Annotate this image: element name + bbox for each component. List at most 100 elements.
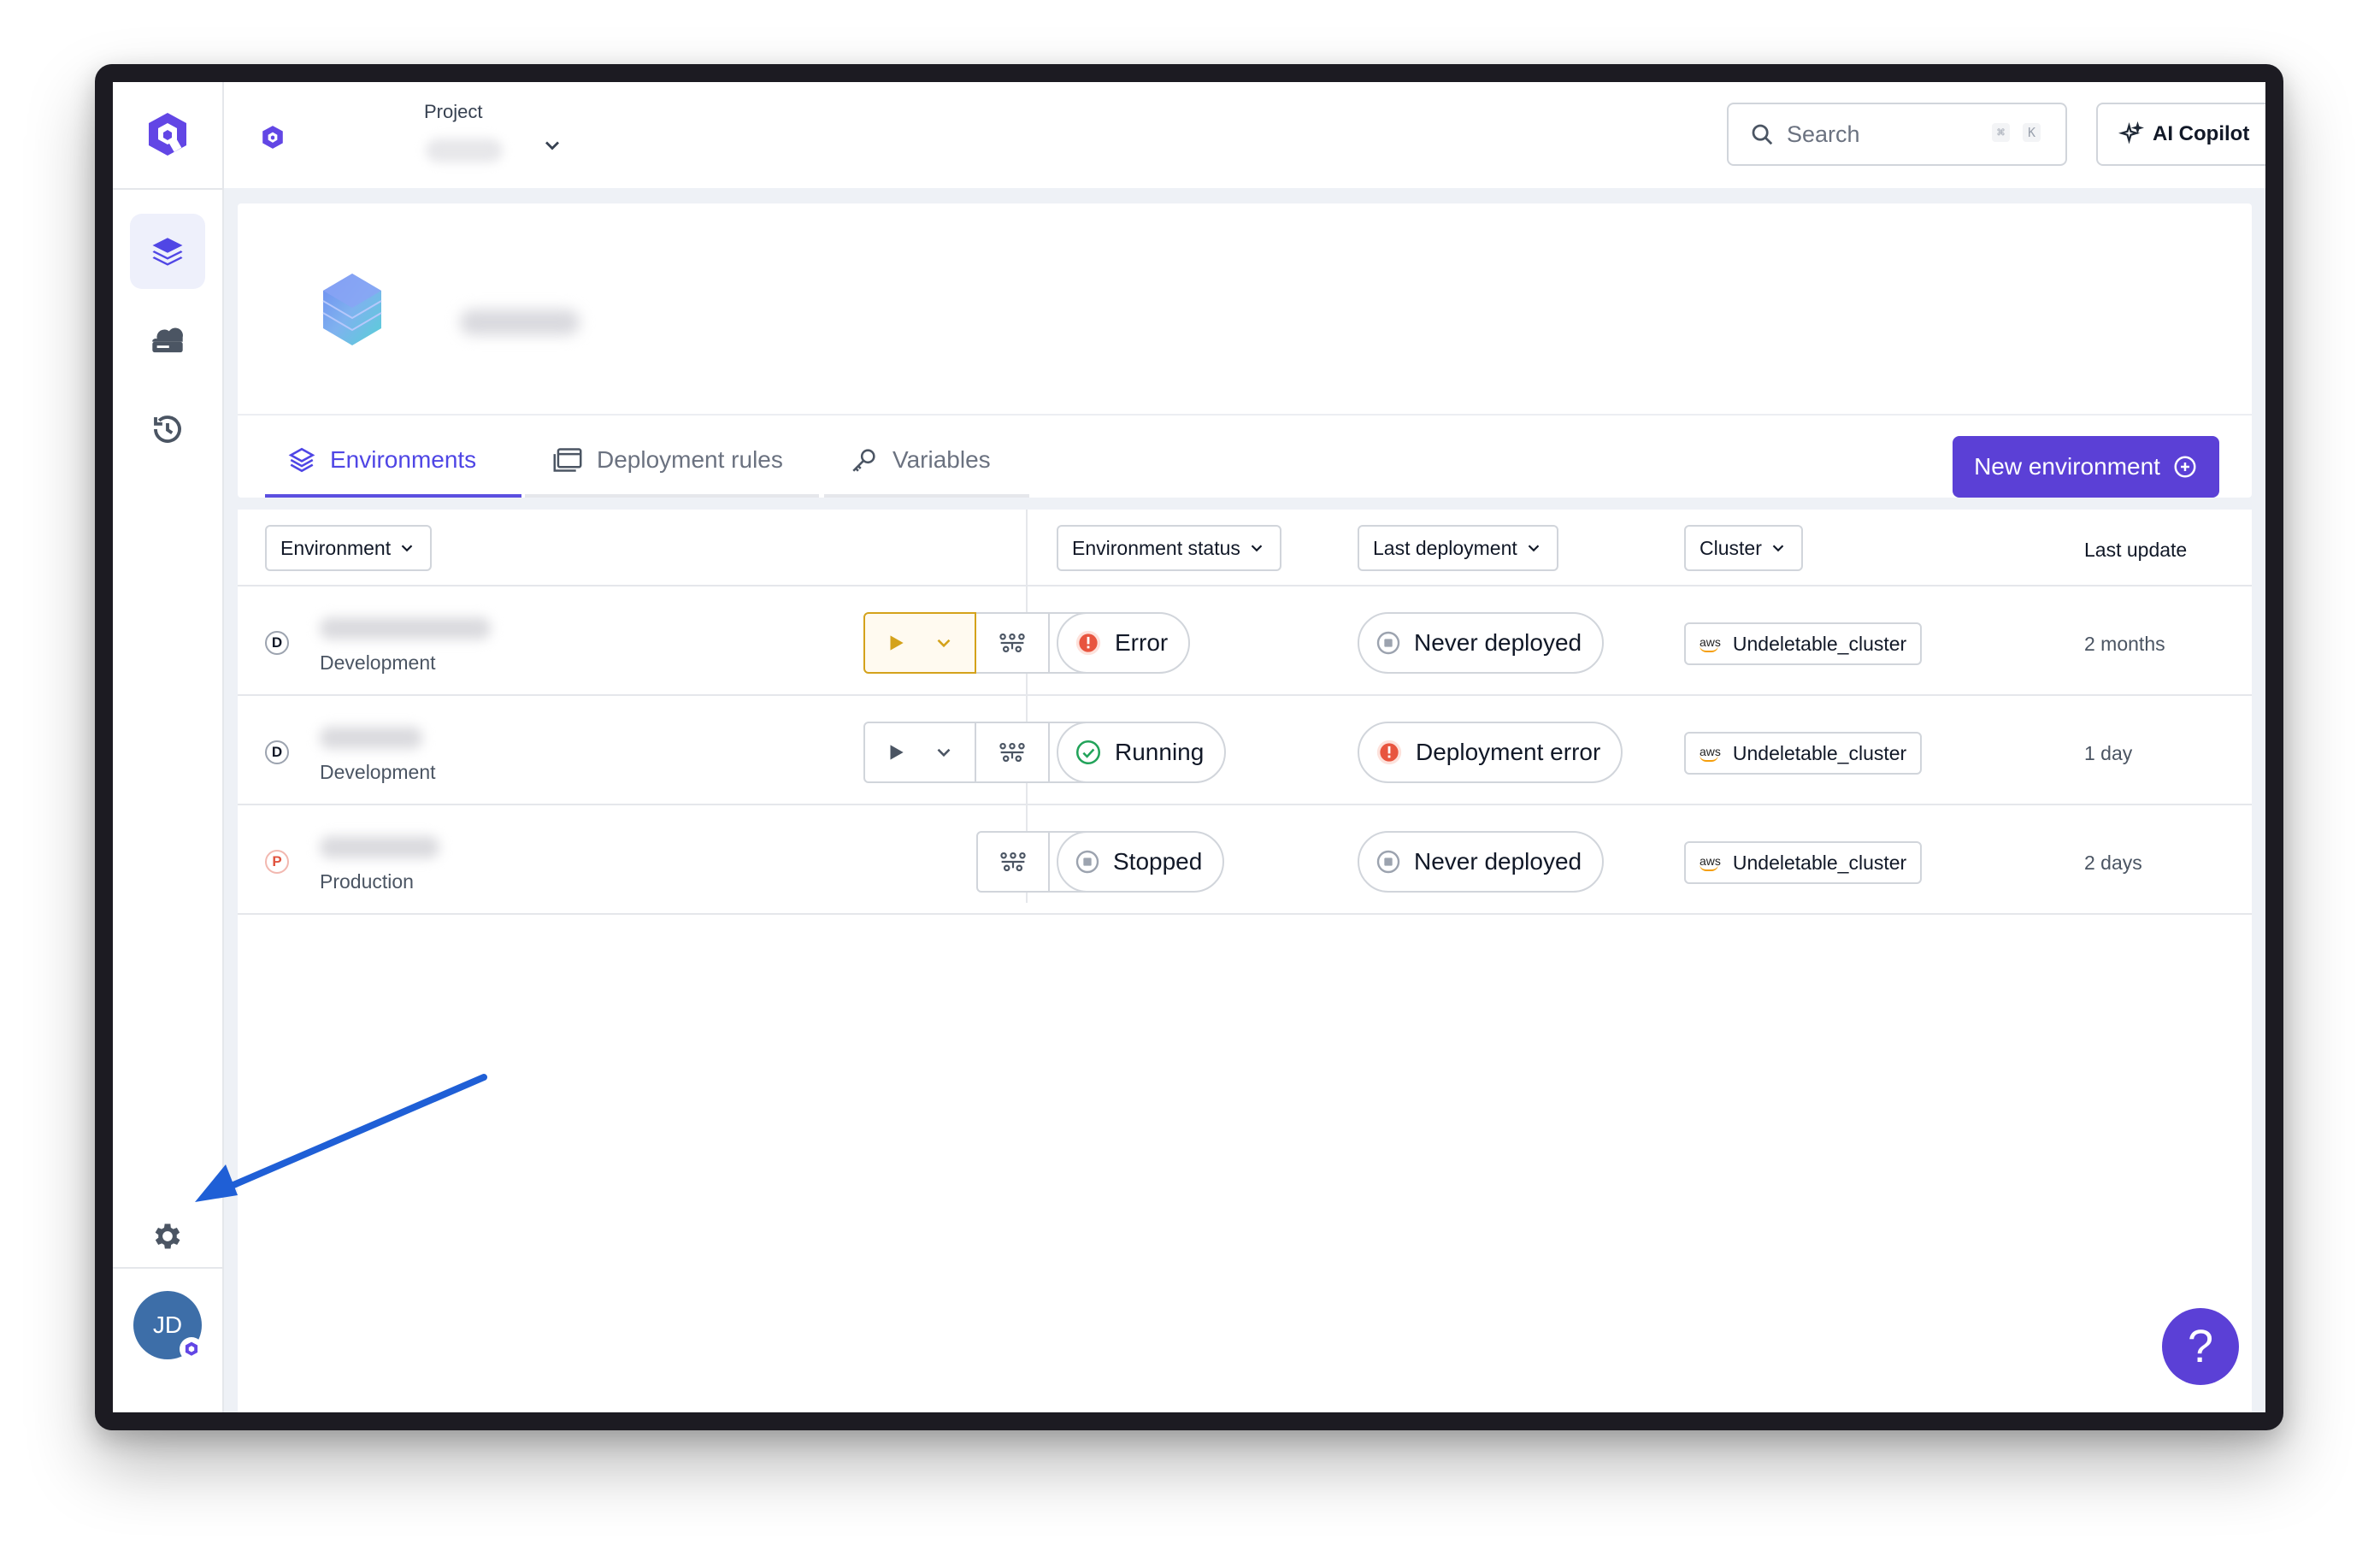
pipeline-icon (1000, 852, 1026, 872)
play-icon (890, 745, 904, 760)
search-placeholder: Search (1787, 121, 1860, 147)
key-icon (852, 449, 875, 472)
check-circle-icon (1075, 740, 1101, 765)
status-badge[interactable]: Stopped (1057, 831, 1225, 893)
status-label: Error (1115, 629, 1169, 656)
header-divider (238, 414, 2252, 416)
cluster-name: Undeletable_cluster (1732, 632, 1907, 655)
project-name-redacted[interactable] (426, 139, 503, 162)
chevron-down-icon (1772, 545, 1784, 552)
aws-icon: aws (1700, 855, 1721, 871)
layers-icon (152, 238, 183, 266)
sidebar-item-history[interactable] (130, 392, 205, 467)
cluster-badge[interactable]: aws Undeletable_cluster (1684, 841, 1923, 884)
last-update-value: 2 days (2084, 852, 2142, 874)
env-mode-badge: D (265, 740, 289, 764)
stop-circle-icon (1376, 850, 1400, 874)
column-header-label: Environment status (1072, 536, 1240, 559)
filter-environment-status[interactable]: Environment status (1057, 525, 1281, 571)
env-type: Production (320, 870, 414, 893)
deploy-button[interactable] (863, 612, 976, 674)
help-button[interactable]: ? (2162, 1308, 2239, 1385)
last-deployment-label: Never deployed (1414, 629, 1582, 656)
row-divider (238, 585, 2252, 586)
pipeline-icon (999, 633, 1025, 653)
cloud-server-icon (152, 327, 183, 353)
last-deployment-badge[interactable]: Deployment error (1358, 722, 1623, 783)
status-label: Stopped (1113, 848, 1203, 875)
tab-deployment-rules[interactable]: Deployment rules (552, 433, 783, 487)
column-header-label: Last deployment (1373, 536, 1517, 559)
stop-circle-icon (1075, 850, 1099, 874)
cluster-name: Undeletable_cluster (1732, 851, 1907, 874)
tab-label: Variables (892, 446, 991, 473)
app-window: JD Project Search ⌘ K AI Copilot Environ… (113, 82, 2265, 1412)
cluster-badge[interactable]: aws Undeletable_cluster (1684, 622, 1923, 665)
status-badge[interactable]: Error (1057, 612, 1191, 674)
env-mode-badge: D (265, 631, 289, 655)
ai-copilot-button[interactable]: AI Copilot ⌘ i (2096, 103, 2265, 166)
env-name-redacted[interactable] (320, 617, 491, 639)
filter-cluster[interactable]: Cluster (1684, 525, 1803, 571)
search-input[interactable]: Search ⌘ K (1727, 103, 2067, 166)
last-update-value: 2 months (2084, 633, 2165, 655)
last-deployment-badge[interactable]: Never deployed (1358, 831, 1605, 893)
env-name-redacted[interactable] (320, 836, 439, 858)
cluster-name: Undeletable_cluster (1732, 741, 1907, 764)
tab-label: Environments (330, 446, 477, 473)
aws-icon: aws (1700, 636, 1721, 652)
filter-last-deployment[interactable]: Last deployment (1358, 525, 1558, 571)
sparkles-icon (2118, 121, 2144, 144)
error-icon (1376, 740, 1402, 765)
chevron-down-icon[interactable] (540, 133, 564, 157)
sidebar-item-settings[interactable] (130, 1199, 205, 1274)
pipeline-button[interactable] (976, 612, 1050, 674)
provider-label: aws (1700, 744, 1721, 758)
last-deployment-label: Deployment error (1416, 739, 1601, 765)
user-avatar[interactable]: JD (133, 1291, 203, 1361)
qovery-logo-icon[interactable] (145, 111, 190, 159)
provider-label: aws (1700, 634, 1721, 649)
deploy-button[interactable] (863, 722, 976, 783)
env-name-redacted[interactable] (320, 727, 422, 749)
pipeline-icon (999, 742, 1025, 763)
chevron-down-icon (937, 748, 951, 757)
sidebar-item-environments[interactable] (130, 214, 205, 289)
error-icon (1075, 630, 1101, 656)
env-type: Development (320, 761, 436, 783)
project-label: Project (424, 101, 483, 122)
sidebar-item-clusters[interactable] (130, 303, 205, 378)
pipeline-button[interactable] (976, 722, 1050, 783)
tab-underline (525, 494, 819, 498)
tab-label: Deployment rules (597, 446, 783, 473)
column-header-last-update: Last update (2084, 539, 2188, 561)
plus-circle-icon (2174, 456, 2196, 478)
pipeline-button[interactable] (976, 831, 1050, 893)
ai-copilot-label: AI Copilot (2153, 122, 2250, 145)
sidebar-divider (113, 1267, 222, 1269)
last-update-value: 1 day (2084, 742, 2133, 764)
status-label: Running (1115, 739, 1205, 765)
status-badge[interactable]: Running (1057, 722, 1227, 783)
new-environment-label: New environment (1974, 453, 2160, 480)
window-icon (553, 448, 582, 472)
row-divider (238, 913, 2252, 915)
search-icon (1752, 124, 1773, 145)
chevron-down-icon (1528, 545, 1540, 552)
project-title-redacted (460, 309, 580, 335)
top-bar: Project Search ⌘ K AI Copilot ⌘ i (224, 82, 2265, 188)
filter-environment[interactable]: Environment (265, 525, 433, 571)
chevron-down-icon (401, 545, 413, 552)
org-badge-icon (180, 1337, 203, 1361)
tab-underline-active (265, 494, 521, 498)
project-icon (262, 126, 283, 149)
stop-circle-icon (1376, 631, 1400, 655)
last-deployment-badge[interactable]: Never deployed (1358, 612, 1605, 674)
sidebar-divider (113, 188, 222, 190)
shortcut-key: K (2023, 123, 2041, 142)
cluster-badge[interactable]: aws Undeletable_cluster (1684, 732, 1923, 775)
new-environment-button[interactable]: New environment (1953, 436, 2219, 498)
tab-environments[interactable]: Environments (287, 433, 476, 487)
project-hexagon-icon (322, 274, 382, 345)
tab-variables[interactable]: Variables (850, 433, 991, 487)
